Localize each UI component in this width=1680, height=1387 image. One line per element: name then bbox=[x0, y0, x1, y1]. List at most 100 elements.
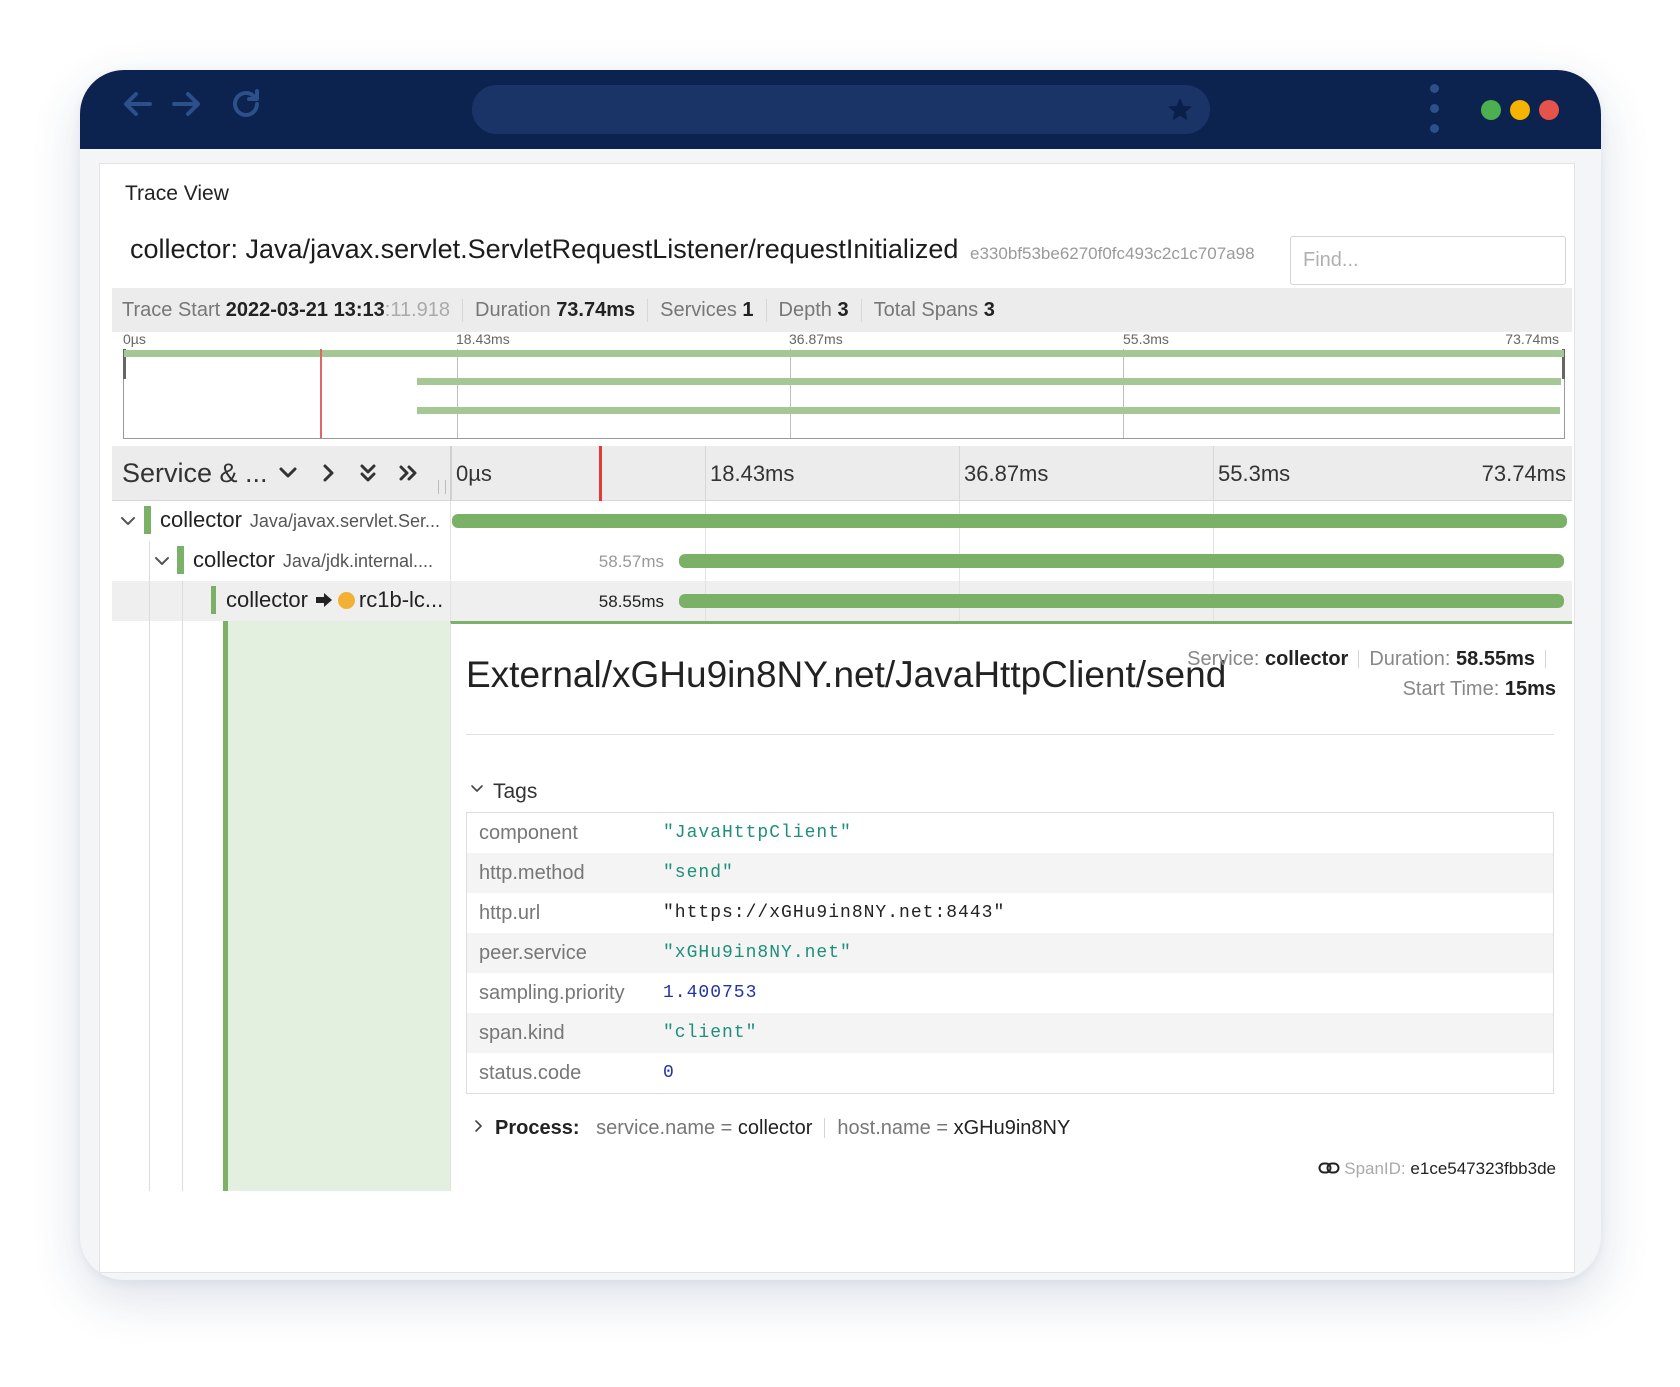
expand-one-icon[interactable] bbox=[314, 459, 342, 487]
selected-span-highlight bbox=[223, 621, 450, 1191]
row-gridline bbox=[450, 581, 451, 621]
arrow-right-icon[interactable] bbox=[166, 84, 206, 124]
find-input[interactable] bbox=[1290, 236, 1566, 285]
minimap-canvas[interactable] bbox=[123, 349, 1565, 439]
tag-row: span.kind "client" bbox=[467, 1013, 1553, 1053]
tag-row: component "JavaHttpClient" bbox=[467, 813, 1553, 853]
tag-value: 1.400753 bbox=[663, 983, 758, 1003]
minimap-tick: 55.3ms bbox=[1123, 331, 1169, 347]
tag-key: http.method bbox=[479, 861, 585, 884]
span-id-value: e1ce547323fbb3de bbox=[1410, 1159, 1556, 1178]
tree-guide bbox=[149, 541, 150, 581]
trace-duration: Duration 73.74ms bbox=[463, 298, 649, 322]
span-bar[interactable] bbox=[452, 514, 1567, 528]
arrow-right-icon bbox=[314, 588, 334, 607]
minimap-span-bar bbox=[124, 350, 1564, 357]
tag-key: sampling.priority bbox=[479, 981, 625, 1004]
chevron-down-icon[interactable] bbox=[118, 511, 138, 531]
chevron-right-icon bbox=[471, 1117, 487, 1133]
trace-minimap[interactable]: 0µs 18.43ms 36.87ms 55.3ms 73.74ms bbox=[123, 329, 1565, 441]
minimap-gridline bbox=[790, 349, 791, 438]
tag-value-link[interactable]: "https://xGHu9in8NY.net:8443" bbox=[663, 903, 1005, 923]
process-value: xGHu9in8NY bbox=[953, 1117, 1071, 1139]
chevron-down-icon[interactable] bbox=[152, 551, 172, 571]
trace-total-spans: Total Spans 3 bbox=[873, 298, 995, 321]
span-label: collector Java/jdk.internal.... bbox=[193, 547, 433, 573]
window-maximize-button[interactable] bbox=[1481, 100, 1501, 120]
service-column-title: Service & ... bbox=[122, 458, 268, 488]
tree-guide bbox=[149, 621, 150, 1191]
tags-toggle[interactable]: Tags bbox=[469, 779, 537, 804]
timeline-tick: 36.87ms bbox=[964, 461, 1049, 486]
address-bar[interactable] bbox=[472, 85, 1210, 134]
service-color-bar bbox=[211, 586, 216, 614]
trace-start: Trace Start 2022-03-21 13:13:11.918 bbox=[122, 298, 464, 322]
span-duration-label: 58.55ms bbox=[598, 592, 664, 611]
header-gridline bbox=[959, 446, 960, 501]
span-row[interactable]: collector Java/javax.servlet.Ser... bbox=[112, 501, 1572, 541]
tag-value: "send" bbox=[663, 863, 734, 883]
process-key: host.name bbox=[837, 1117, 931, 1139]
collapse-all-icon[interactable] bbox=[354, 459, 382, 487]
timeline-tick: 0µs bbox=[456, 461, 492, 486]
span-label: collector rc1b-lc... bbox=[226, 587, 443, 613]
tag-row: http.url "https://xGHu9in8NY.net:8443" bbox=[467, 893, 1553, 933]
trace-id: e330bf53be6270f0fc493c2c1c707a98 bbox=[970, 244, 1255, 263]
tag-key: peer.service bbox=[479, 941, 587, 964]
collapse-one-icon[interactable] bbox=[274, 459, 302, 487]
service-color-bar bbox=[144, 506, 151, 534]
column-divider bbox=[450, 446, 452, 501]
minimap-gridline bbox=[1123, 349, 1124, 438]
span-overview: Service: collector Duration: 58.55ms Star… bbox=[1187, 644, 1556, 704]
detail-tree-gutter bbox=[112, 621, 450, 1191]
tag-row: status.code 0 bbox=[467, 1053, 1553, 1093]
span-bar[interactable] bbox=[678, 594, 1565, 608]
tag-value: "client" bbox=[663, 1023, 758, 1043]
timeline-tick: 55.3ms bbox=[1218, 461, 1291, 486]
tag-value: 0 bbox=[663, 1063, 675, 1083]
timeline-tick: 73.74ms bbox=[1481, 461, 1566, 486]
row-gridline bbox=[450, 501, 451, 541]
process-toggle[interactable]: Process: service.name = collector host.na… bbox=[471, 1117, 1070, 1140]
row-gridline bbox=[450, 541, 451, 581]
duration-label: Duration: bbox=[1369, 648, 1451, 670]
span-operation: Java/jdk.internal.... bbox=[282, 551, 433, 571]
span-service: collector bbox=[226, 587, 308, 612]
tags-title: Tags bbox=[493, 780, 538, 803]
duration-value: 58.55ms bbox=[1456, 648, 1535, 670]
tree-guide bbox=[182, 621, 183, 1191]
minimap-tick: 36.87ms bbox=[789, 331, 843, 347]
window-close-button[interactable] bbox=[1539, 100, 1559, 120]
service-label: Service: bbox=[1187, 648, 1260, 670]
tag-row: http.method "send" bbox=[467, 853, 1553, 893]
kebab-icon[interactable] bbox=[1428, 84, 1440, 136]
tag-key: http.url bbox=[479, 901, 541, 924]
span-label: collector Java/javax.servlet.Ser... bbox=[160, 507, 440, 533]
process-title: Process: bbox=[495, 1117, 580, 1139]
span-row[interactable]: collector Java/jdk.internal.... 58.57ms bbox=[112, 541, 1572, 581]
expand-all-icon[interactable] bbox=[394, 459, 422, 487]
star-icon[interactable] bbox=[1166, 96, 1194, 124]
tree-guide bbox=[182, 581, 183, 621]
arrow-left-icon[interactable] bbox=[118, 84, 158, 124]
span-duration-label: 58.57ms bbox=[598, 552, 664, 571]
window-minimize-button[interactable] bbox=[1510, 100, 1530, 120]
span-bar[interactable] bbox=[678, 554, 1565, 568]
tag-key: span.kind bbox=[479, 1021, 565, 1044]
span-id-link[interactable]: SpanID: e1ce547323fbb3de bbox=[1318, 1159, 1556, 1179]
header-gridline bbox=[705, 446, 706, 501]
reload-icon[interactable] bbox=[226, 84, 266, 124]
column-resize-handle[interactable] bbox=[438, 480, 446, 494]
minimap-tick: 0µs bbox=[123, 331, 146, 347]
process-key: service.name bbox=[596, 1117, 716, 1139]
minimap-span-bar bbox=[417, 378, 1561, 385]
tag-value: "JavaHttpClient" bbox=[663, 823, 852, 843]
span-service: collector bbox=[193, 547, 275, 572]
span-peer: rc1b-lc... bbox=[358, 587, 444, 612]
span-id-label: SpanID: bbox=[1344, 1159, 1406, 1178]
span-row-selected[interactable]: collector rc1b-lc... 58.55ms bbox=[112, 581, 1572, 621]
trace-services: Services 1 bbox=[648, 298, 767, 322]
service-value: collector bbox=[1264, 648, 1349, 670]
minimap-span-bar bbox=[417, 407, 1561, 414]
selected-span-rail bbox=[223, 621, 228, 1191]
